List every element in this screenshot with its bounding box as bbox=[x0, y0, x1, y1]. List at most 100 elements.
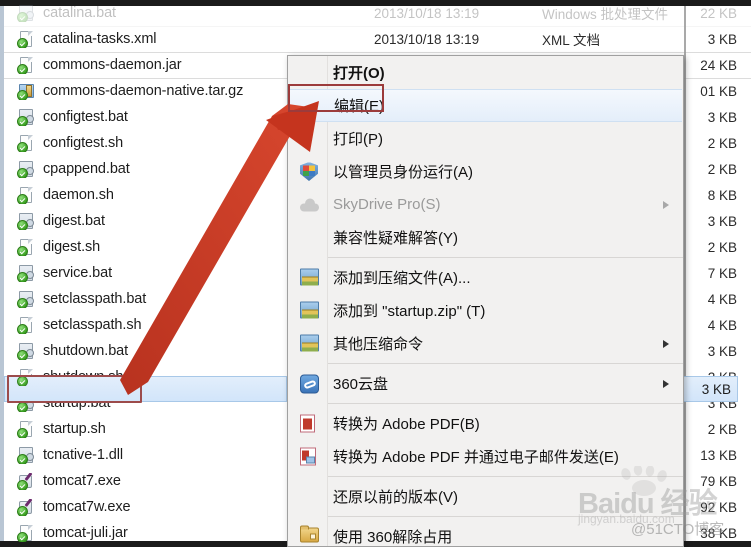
bat-file-icon bbox=[17, 264, 35, 282]
bat-file-icon bbox=[17, 342, 35, 360]
file-date-cell: 2013/10/18 13:19 bbox=[374, 5, 480, 21]
submenu-arrow-icon bbox=[663, 339, 669, 348]
table-row[interactable]: catalina.bat 2013/10/18 13:19 Windows 批处理文… bbox=[4, 0, 751, 27]
menu-item[interactable]: 编辑(E) bbox=[289, 89, 682, 122]
green-check-badge-icon bbox=[17, 245, 28, 256]
archive-file-icon bbox=[17, 83, 35, 100]
green-check-badge-icon bbox=[17, 375, 28, 386]
selected-row-size-highlight: 3 KB bbox=[676, 376, 738, 402]
file-name-label: configtest.sh bbox=[43, 135, 124, 151]
file-date-cell: 2013/10/18 13:19 bbox=[374, 31, 480, 47]
file-name-label: setclasspath.sh bbox=[43, 317, 142, 333]
pdf-mail-icon bbox=[300, 447, 319, 466]
jar-file-icon bbox=[17, 524, 35, 542]
bat-file-icon bbox=[17, 4, 35, 22]
menu-item-label: 添加到压缩文件(A)... bbox=[333, 270, 471, 287]
folder-unlock-icon bbox=[300, 525, 319, 546]
bat-file-icon bbox=[17, 212, 35, 230]
menu-item[interactable]: 其他压缩命令 bbox=[288, 327, 683, 360]
bat-file-icon bbox=[17, 290, 35, 308]
menu-item-label: 转换为 Adobe PDF 并通过电子邮件发送(E) bbox=[333, 449, 619, 466]
menu-item-label: 添加到 "startup.zip" (T) bbox=[333, 303, 486, 320]
menu-separator bbox=[328, 403, 683, 404]
file-name-label: tomcat-juli.jar bbox=[43, 525, 128, 541]
menu-separator bbox=[328, 257, 683, 258]
menu-item-label: 360云盘 bbox=[333, 376, 389, 393]
winrar-icon-glyph bbox=[300, 268, 319, 285]
green-check-badge-icon bbox=[17, 11, 28, 22]
menu-item-label: 打印(P) bbox=[333, 131, 383, 148]
green-check-badge-icon bbox=[17, 115, 28, 126]
menu-item-label: 转换为 Adobe PDF(B) bbox=[333, 416, 480, 433]
selected-row-highlight bbox=[4, 376, 287, 402]
sh-file-icon bbox=[17, 186, 35, 204]
file-name-label: tcnative-1.dll bbox=[43, 447, 123, 463]
green-check-badge-icon bbox=[17, 63, 28, 74]
file-size-cell: 3 KB bbox=[707, 31, 737, 47]
green-check-badge-icon bbox=[17, 219, 28, 230]
folder-unlock-icon-glyph bbox=[300, 525, 319, 542]
file-name-label: digest.bat bbox=[43, 213, 105, 229]
green-check-badge-icon bbox=[17, 427, 28, 438]
jar-file-icon bbox=[17, 56, 35, 74]
xml-file-icon bbox=[17, 30, 35, 48]
pdf-mail-icon-glyph bbox=[300, 447, 316, 465]
winrar-icon bbox=[300, 268, 319, 287]
menu-item-label: 兼容性疑难解答(Y) bbox=[333, 230, 458, 247]
file-name-cell: catalina.bat bbox=[4, 4, 374, 22]
shield-icon-glyph bbox=[300, 162, 318, 181]
dll-file-icon bbox=[17, 446, 35, 464]
exe-file-icon bbox=[17, 473, 35, 490]
file-name-label: shutdown.bat bbox=[43, 343, 129, 359]
file-name-label: digest.sh bbox=[43, 239, 101, 255]
cloud-icon bbox=[300, 195, 319, 214]
360-cloud-icon bbox=[300, 374, 319, 393]
green-check-badge-icon bbox=[17, 37, 28, 48]
column-divider bbox=[684, 6, 686, 541]
winrar-icon-glyph bbox=[300, 334, 319, 351]
menu-item-label: 编辑(E) bbox=[334, 98, 384, 115]
file-size-cell: 22 KB bbox=[700, 5, 737, 21]
file-name-label: daemon.sh bbox=[43, 187, 114, 203]
sh-file-icon bbox=[17, 316, 35, 334]
menu-item-label: 使用 360解除占用 bbox=[333, 529, 453, 546]
menu-item[interactable]: 添加到 "startup.zip" (T) bbox=[288, 294, 683, 327]
menu-item-label: 打开(O) bbox=[333, 65, 385, 82]
pdf-icon-glyph bbox=[300, 414, 315, 432]
menu-item[interactable]: 打印(P) bbox=[288, 122, 683, 155]
menu-item[interactable]: 添加到压缩文件(A)... bbox=[288, 261, 683, 294]
submenu-arrow-icon bbox=[663, 379, 669, 388]
sh-file-icon bbox=[17, 420, 35, 438]
menu-item-label: 还原以前的版本(V) bbox=[333, 489, 458, 506]
green-check-badge-icon bbox=[17, 271, 28, 282]
file-name-label: commons-daemon-native.tar.gz bbox=[43, 83, 244, 99]
menu-item-label: 其他压缩命令 bbox=[333, 336, 424, 353]
sh-file-icon bbox=[17, 238, 35, 256]
cloud-icon-glyph bbox=[300, 198, 319, 211]
submenu-arrow-icon bbox=[663, 200, 669, 209]
bat-file-icon bbox=[17, 160, 35, 178]
file-name-label: catalina-tasks.xml bbox=[43, 31, 157, 47]
menu-item-label: 以管理员身份运行(A) bbox=[333, 164, 473, 181]
menu-item[interactable]: 兼容性疑难解答(Y) bbox=[288, 221, 683, 254]
file-name-label: configtest.bat bbox=[43, 109, 128, 125]
green-check-badge-icon bbox=[17, 479, 28, 490]
file-type-cell: Windows 批处理文件 bbox=[542, 7, 669, 22]
file-name-label: startup.sh bbox=[43, 421, 106, 437]
winrar-icon bbox=[300, 301, 319, 320]
table-row[interactable]: catalina-tasks.xml 2013/10/18 13:19 XML 文档… bbox=[4, 26, 751, 53]
menu-separator bbox=[328, 363, 683, 364]
menu-item[interactable]: 以管理员身份运行(A) bbox=[288, 155, 683, 188]
menu-item[interactable]: 360云盘 bbox=[288, 367, 683, 400]
menu-item[interactable]: 转换为 Adobe PDF(B) bbox=[288, 407, 683, 440]
menu-item[interactable]: 使用 360解除占用 bbox=[288, 520, 683, 546]
file-name-cell: catalina-tasks.xml bbox=[4, 30, 374, 48]
file-name-label: tomcat7.exe bbox=[43, 473, 121, 489]
shield-icon bbox=[300, 162, 319, 181]
green-check-badge-icon bbox=[17, 297, 28, 308]
file-name-label: commons-daemon.jar bbox=[43, 57, 182, 73]
file-name-label: catalina.bat bbox=[43, 5, 116, 21]
menu-item[interactable]: 打开(O) bbox=[288, 56, 683, 89]
exe-file-icon bbox=[17, 499, 35, 516]
file-name-label: tomcat7w.exe bbox=[43, 499, 131, 515]
